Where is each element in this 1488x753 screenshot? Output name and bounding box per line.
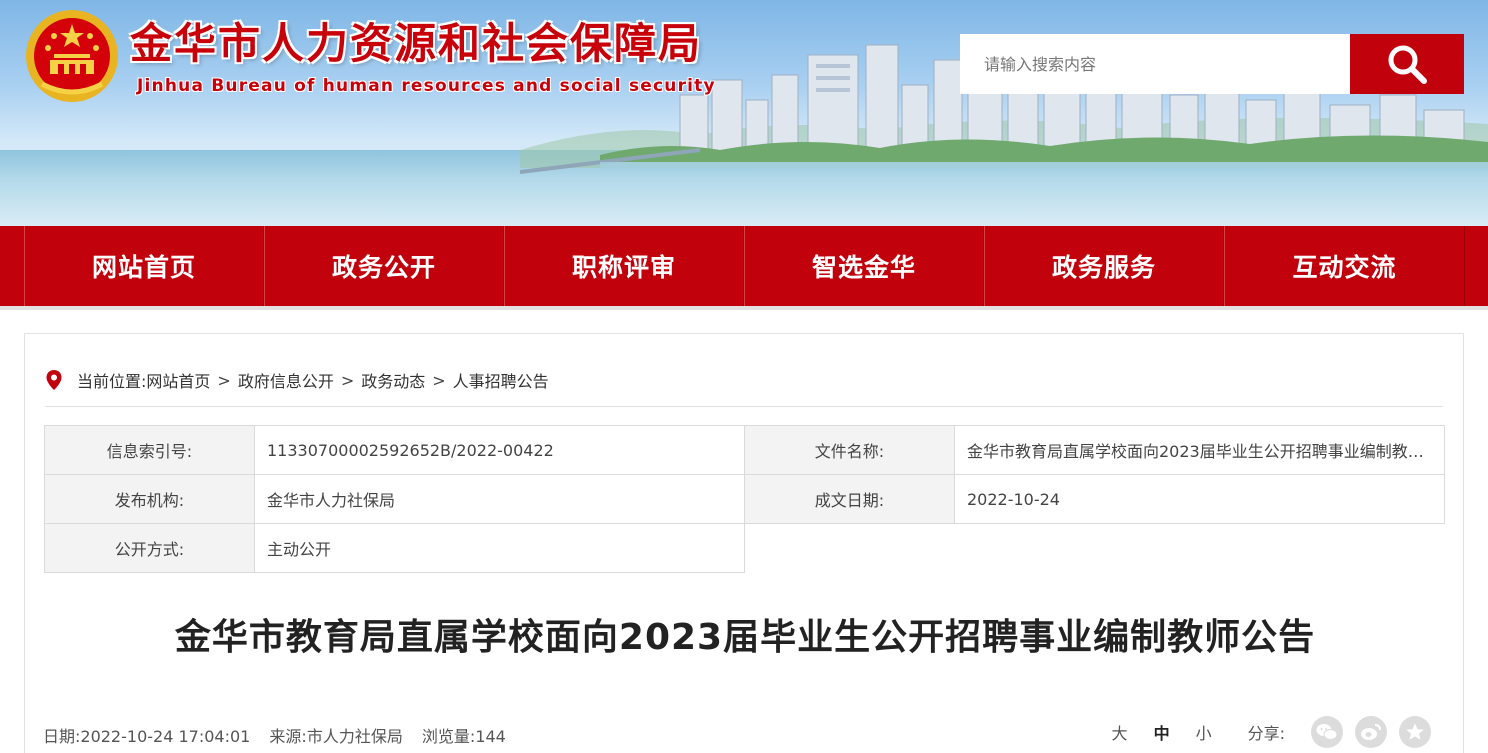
star-icon[interactable] [1399, 716, 1431, 748]
breadcrumb-item-gov-news[interactable]: 政务动态 [361, 368, 425, 392]
date-value: 2022-10-24 [954, 474, 1445, 524]
site-title: 金华市人力资源和社会保障局 [130, 19, 703, 68]
breadcrumb-separator: > [340, 370, 355, 390]
date-label: 成文日期: [744, 474, 955, 524]
breadcrumb-item-recruitment[interactable]: 人事招聘公告 [453, 368, 549, 392]
publisher-value: 金华市人力社保局 [254, 474, 745, 524]
location-pin-icon [46, 370, 62, 390]
search-input[interactable] [960, 34, 1350, 94]
share-label: 分享: [1247, 724, 1285, 743]
search-button[interactable] [1350, 34, 1464, 94]
weibo-icon[interactable] [1355, 716, 1387, 748]
article-source: 来源:市人力社保局 [269, 727, 403, 746]
mode-value: 主动公开 [254, 523, 745, 573]
site-subtitle: Jinhua Bureau of human resources and soc… [137, 76, 716, 96]
font-size-large-button[interactable]: 大 [1112, 720, 1128, 744]
breadcrumb-item-home[interactable]: 网站首页 [146, 368, 210, 392]
breadcrumb-label: 当前位置: [77, 372, 147, 391]
breadcrumb: 当前位置: 网站首页 > 政府信息公开 > 政务动态 > 人事招聘公告 [45, 368, 549, 392]
table-row: 公开方式: 主动公开 [44, 523, 1445, 573]
index-value: 11330700002592652B/2022-00422 [254, 425, 745, 475]
table-empty-cell [744, 523, 1445, 573]
filename-value: 金华市教育局直属学校面向2023届毕业生公开招聘事业编制教师公告 [967, 442, 1433, 461]
breadcrumb-divider [45, 406, 1443, 407]
main-nav: 网站首页 政务公开 职称评审 智选金华 政务服务 互动交流 [0, 226, 1488, 310]
mode-label: 公开方式: [44, 523, 255, 573]
article-title: 金华市教育局直属学校面向2023届毕业生公开招聘事业编制教师公告 [174, 617, 1316, 658]
font-size-medium-button[interactable]: 中 [1154, 720, 1170, 744]
nav-item-interaction[interactable]: 互动交流 [1224, 226, 1465, 306]
nav-item-gov-services[interactable]: 政务服务 [984, 226, 1224, 306]
breadcrumb-item-gov-info[interactable]: 政府信息公开 [238, 368, 334, 392]
article-info: 日期:2022-10-24 17:04:01 来源:市人力社保局 浏览量:144 [43, 723, 520, 747]
table-row: 发布机构: 金华市人力社保局 成文日期: 2022-10-24 [44, 474, 1445, 524]
nav-item-home[interactable]: 网站首页 [24, 226, 264, 306]
publish-date: 日期:2022-10-24 17:04:01 [43, 727, 251, 746]
breadcrumb-separator: > [217, 370, 231, 390]
index-label: 信息索引号: [44, 425, 255, 475]
content-panel: 当前位置: 网站首页 > 政府信息公开 > 政务动态 > 人事招聘公告 信息索引… [24, 333, 1464, 753]
header-banner: 金华市人力资源和社会保障局 Jinhua Bureau of human res… [0, 0, 1488, 226]
nav-item-select-jinhua[interactable]: 智选金华 [744, 226, 984, 306]
magnifier-icon [1388, 45, 1427, 84]
filename-label: 文件名称: [744, 425, 955, 475]
publisher-label: 发布机构: [44, 474, 255, 524]
wechat-icon[interactable] [1311, 716, 1343, 748]
font-size-small-button[interactable]: 小 [1196, 720, 1212, 744]
nav-item-title-review[interactable]: 职称评审 [504, 226, 744, 306]
article-tools: 大 中 小 分享: [1086, 716, 1431, 748]
nav-item-gov-affairs[interactable]: 政务公开 [264, 226, 504, 306]
document-metadata-table: 信息索引号: 11330700002592652B/2022-00422 文件名… [44, 425, 1445, 573]
national-emblem-icon [26, 10, 118, 102]
table-row: 信息索引号: 11330700002592652B/2022-00422 文件名… [44, 425, 1445, 475]
breadcrumb-separator: > [432, 370, 446, 390]
view-count: 浏览量:144 [421, 727, 506, 746]
